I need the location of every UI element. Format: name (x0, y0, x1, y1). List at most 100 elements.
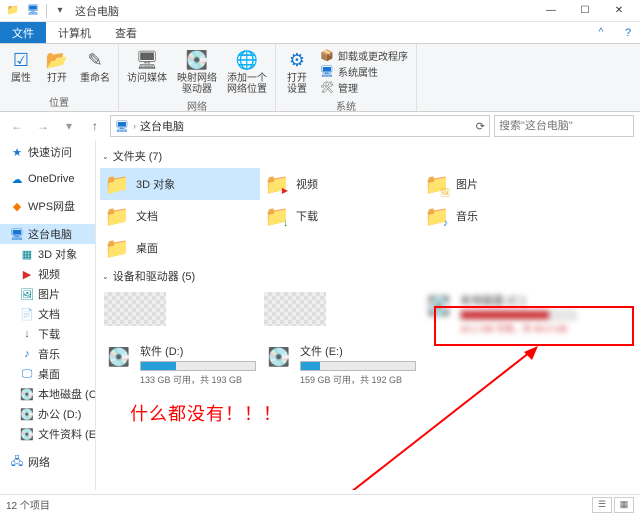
cloud-icon: ☁ (10, 172, 24, 186)
search-input[interactable] (499, 120, 640, 132)
ribbon-group-network: 🖥 访问媒体 💽 映射网络 驱动器 🌐 添加一个 网络位置 网络 (119, 44, 276, 111)
sidebar-item-localc[interactable]: 💽本地磁盘 (C:) (0, 384, 95, 404)
qat-dropdown-icon[interactable]: ▾ (51, 2, 69, 20)
annotation-text: 什么都没有！！！ (130, 400, 282, 426)
title-bar: 📁 🖥 ▾ 这台电脑 — ☐ ✕ (0, 0, 640, 22)
system-props-button[interactable]: 🖥系统属性 (320, 64, 408, 79)
folder-icon: 📁 (264, 203, 290, 229)
group-label-system: 系统 (280, 97, 412, 115)
section-folders-header[interactable]: ⌄ 文件夹 (7) (100, 144, 632, 168)
sysprops-icon: 🖥 (320, 65, 334, 79)
folder-pictures[interactable]: 📁图片 (420, 168, 580, 200)
section-drives-header[interactable]: ⌄ 设备和驱动器 (5) (100, 264, 632, 288)
chevron-down-icon: ⌄ (102, 152, 109, 161)
drive-d[interactable]: 💽 软件 (D:) 133 GB 可用，共 193 GB (100, 339, 260, 390)
folder-icon: 📁 (424, 203, 450, 229)
picture-icon: 🖼 (20, 287, 34, 301)
search-box[interactable]: 🔍 (494, 115, 634, 137)
sidebar-item-onedrive[interactable]: ☁OneDrive (0, 170, 95, 188)
network-icon: 🖧 (10, 455, 24, 469)
breadcrumb[interactable]: 🖥 › 这台电脑 ⟳ (110, 115, 490, 137)
media-icon: 🖥 (135, 48, 159, 72)
chevron-down-icon: ⌄ (102, 272, 109, 281)
uninstall-icon: 📦 (320, 49, 334, 63)
open-settings-button[interactable]: ⚙ 打开 设置 (280, 46, 314, 97)
divider (46, 4, 47, 18)
tab-view[interactable]: 查看 (103, 22, 149, 43)
ribbon-toggle-icon[interactable]: ^ (586, 22, 616, 43)
forward-button[interactable]: → (32, 115, 54, 137)
status-bar: 12 个项目 ☰ ▦ (0, 494, 640, 514)
ribbon: ☑ 属性 📂 打开 ✎ 重命名 位置 🖥 访问媒体 💽 映射网络 驱动器 (0, 44, 640, 112)
open-icon: 📂 (45, 48, 69, 72)
view-large-button[interactable]: ▦ (614, 497, 634, 513)
close-button[interactable]: ✕ (602, 0, 636, 22)
drive-e[interactable]: 💽 文件 (E:) 159 GB 可用，共 192 GB (260, 339, 420, 390)
ribbon-group-location: ☑ 属性 📂 打开 ✎ 重命名 位置 (0, 44, 119, 111)
help-icon[interactable]: ? (616, 22, 640, 43)
folder-docs[interactable]: 📁文档 (100, 200, 260, 232)
properties-button[interactable]: ☑ 属性 (4, 46, 38, 93)
folder-icon: 📁 (104, 235, 130, 261)
cube-icon: ▦ (20, 247, 34, 261)
add-location-button[interactable]: 🌐 添加一个 网络位置 (223, 46, 271, 97)
drive-icon: 💽 (20, 427, 34, 441)
up-button[interactable]: ↑ (84, 115, 106, 137)
manage-button[interactable]: 🛠管理 (320, 80, 408, 95)
map-drive-icon: 💽 (185, 48, 209, 72)
quick-access-toolbar: 📁 🖥 ▾ (4, 2, 69, 20)
tab-computer[interactable]: 计算机 (46, 22, 103, 43)
sidebar-item-quick-access[interactable]: ★快速访问 (0, 142, 95, 162)
drive-c[interactable]: 💽 本地磁盘 (C:) 16.1 GB 可用，共 69.0 GB (420, 288, 580, 339)
drive-hidden-1[interactable] (100, 288, 260, 339)
usage-bar (140, 361, 256, 371)
mosaic-icon (104, 292, 166, 326)
folder-3d[interactable]: 📁3D 对象 (100, 168, 260, 200)
sidebar-item-3d[interactable]: ▦3D 对象 (0, 244, 95, 264)
view-details-button[interactable]: ☰ (592, 497, 612, 513)
sidebar: ★快速访问 ☁OneDrive ◆WPS网盘 🖥这台电脑 ▦3D 对象 ▶视频 … (0, 140, 96, 490)
maximize-button[interactable]: ☐ (568, 0, 602, 22)
recent-dropdown[interactable]: ▾ (58, 115, 80, 137)
tab-file[interactable]: 文件 (0, 22, 46, 43)
access-media-button[interactable]: 🖥 访问媒体 (123, 46, 171, 97)
pc-icon: 🖥 (24, 2, 42, 20)
breadcrumb-item[interactable]: 这台电脑 (140, 118, 184, 134)
chevron-icon[interactable]: › (133, 121, 136, 131)
minimize-button[interactable]: — (534, 0, 568, 22)
sidebar-item-network[interactable]: 🖧网络 (0, 452, 95, 472)
refresh-dropdown-icon[interactable]: ⟳ (476, 120, 485, 133)
star-icon: ★ (10, 145, 24, 159)
body: ★快速访问 ☁OneDrive ◆WPS网盘 🖥这台电脑 ▦3D 对象 ▶视频 … (0, 140, 640, 490)
folder-video[interactable]: 📁视频 (260, 168, 420, 200)
ribbon-tabs: 文件 计算机 查看 ^ ? (0, 22, 640, 44)
item-count: 12 个项目 (6, 497, 50, 512)
uninstall-button[interactable]: 📦卸载或更改程序 (320, 48, 408, 63)
window-controls: — ☐ ✕ (534, 0, 636, 22)
sidebar-item-downloads[interactable]: ↓下载 (0, 324, 95, 344)
rename-button[interactable]: ✎ 重命名 (76, 46, 114, 93)
open-button[interactable]: 📂 打开 (40, 46, 74, 93)
back-button[interactable]: ← (6, 115, 28, 137)
add-location-icon: 🌐 (235, 48, 259, 72)
drives-grid: 💽 本地磁盘 (C:) 16.1 GB 可用，共 69.0 GB 💽 软件 (D… (100, 288, 632, 390)
folder-icon: 📁 (104, 171, 130, 197)
sidebar-item-docs[interactable]: 📄文档 (0, 304, 95, 324)
sidebar-item-pictures[interactable]: 🖼图片 (0, 284, 95, 304)
usage-bar (460, 310, 576, 320)
sidebar-item-filesE[interactable]: 💽文件资料 (E:) (0, 424, 95, 444)
sidebar-item-music[interactable]: ♪音乐 (0, 344, 95, 364)
drive-hidden-2[interactable] (260, 288, 420, 339)
sidebar-item-officeD[interactable]: 💽办公 (D:) (0, 404, 95, 424)
download-icon: ↓ (20, 327, 34, 341)
sidebar-item-video[interactable]: ▶视频 (0, 264, 95, 284)
drive-icon: 💽 (424, 292, 454, 320)
folder-downloads[interactable]: 📁下载 (260, 200, 420, 232)
folder-desktop[interactable]: 📁桌面 (100, 232, 260, 264)
breadcrumb-pc-icon: 🖥 (115, 120, 129, 133)
sidebar-item-wps[interactable]: ◆WPS网盘 (0, 196, 95, 216)
sidebar-item-thispc[interactable]: 🖥这台电脑 (0, 224, 95, 244)
map-drive-button[interactable]: 💽 映射网络 驱动器 (173, 46, 221, 97)
sidebar-item-desktop[interactable]: 🖵桌面 (0, 364, 95, 384)
folder-music[interactable]: 📁音乐 (420, 200, 580, 232)
